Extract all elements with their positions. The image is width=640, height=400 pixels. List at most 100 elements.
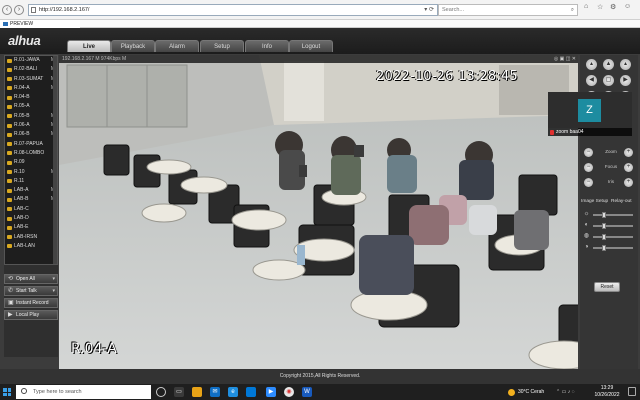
channel-item[interactable]: R.05-A [5,102,57,111]
channel-item[interactable]: R.05-BM [5,112,57,121]
ie-icon[interactable]: e [228,387,238,397]
weather-widget[interactable]: 30°C Cerah [508,384,544,400]
task-view-icon[interactable]: ▭ [174,387,184,397]
channel-item[interactable]: LAB-LAN [5,242,57,251]
channel-item[interactable]: LAB-E [5,223,57,232]
home-icon[interactable]: ⌂ [584,3,588,10]
channel-item[interactable]: LAB-D [5,214,57,223]
zoom-in-icon[interactable]: + [624,148,633,157]
camera-icon [7,58,12,63]
channel-list: R.01-JAWAMR.02-BALIMR.03-SUMATMR.04-AMR.… [4,55,58,265]
brightness-slider[interactable]: ☼ [583,211,636,219]
hue-slider[interactable]: ◑ [583,244,636,252]
camera-icon [7,77,12,82]
browser-tab-preview[interactable]: PREVIEW [0,20,80,28]
iris-minus-icon[interactable]: − [584,178,593,187]
channel-item[interactable]: LAB-AM [5,186,57,195]
channel-item[interactable]: R.08-LOMBO [5,149,57,158]
relay-out-tab[interactable]: Relay-out [611,197,632,207]
ptz-up-icon[interactable]: ▲ [603,59,614,70]
channel-item[interactable]: R.02-BALIM [5,65,57,74]
instant-record-button[interactable]: ▣ Instant Record [4,298,58,308]
channel-item[interactable]: R.01-JAWAM [5,56,57,65]
notifications-icon[interactable] [628,387,636,396]
browser-search-input[interactable]: Search... ⌕ [438,4,578,16]
channel-item[interactable]: R.04-AM [5,84,57,93]
video-controls-icons[interactable]: ◎ ▣ ◫ ✕ [554,55,576,63]
tab-live[interactable]: Live [67,40,111,52]
channel-name: R.05-A [14,103,30,110]
channel-item[interactable]: R.06-BM [5,130,57,139]
tab-logout[interactable]: Logout [289,40,333,52]
tab-setup[interactable]: Setup [200,40,244,52]
mail-icon[interactable]: ✉ [210,387,220,397]
live-video-view[interactable]: 192.168.2.167 M 974Kbps M ◎ ▣ ◫ ✕ 2022-1… [59,55,578,371]
tab-alarm[interactable]: Alarm [155,40,199,52]
channel-item[interactable]: R.11 [5,177,57,186]
feedback-icon[interactable]: ☺ [624,3,631,10]
ptz-up-left-icon[interactable]: ▴ [586,59,597,70]
zoom-app-icon[interactable]: ▶ [266,387,276,397]
slider-knob[interactable] [602,223,606,229]
slider-track[interactable] [593,245,633,251]
ptz-center-icon[interactable]: ▢ [603,75,614,86]
slider-track[interactable] [593,234,633,240]
channel-name: R.06-A [14,122,30,129]
word-icon[interactable]: W [302,387,312,397]
image-setup-tab[interactable]: Image Setup [581,197,608,207]
start-talk-button[interactable]: ✆ Start Talk ▾ [4,286,58,296]
channel-item[interactable]: R.07-PAPUA [5,140,57,149]
iris-plus-icon[interactable]: + [624,178,633,187]
local-play-button[interactable]: ▶ Local Play [4,310,58,320]
taskbar-clock[interactable]: 13:29 10/26/2022 [590,385,624,399]
zoom-label: Zoom [605,149,617,154]
forward-icon[interactable]: › [14,5,24,15]
open-all-button[interactable]: ⟲ Open All ▾ [4,274,58,284]
channel-list-scrollbar[interactable] [53,56,57,264]
taskbar-search-input[interactable]: Type here to search [16,385,151,399]
ptz-up-right-icon[interactable]: ▴ [620,59,631,70]
cortana-icon[interactable] [156,387,166,397]
system-tray-icons[interactable]: ⌃ ▭ ♪ ◌ [556,384,575,400]
back-icon[interactable]: ‹ [2,5,12,15]
channel-item[interactable]: LAB-C [5,205,57,214]
channel-item[interactable]: R.03-SUMATM [5,75,57,84]
ptz-left-icon[interactable]: ◀ [586,75,597,86]
windows-start-icon[interactable] [3,388,11,396]
contrast-slider[interactable]: ◐ [583,222,636,230]
reset-button[interactable]: Reset [594,282,620,292]
channel-item[interactable]: LAB-BM [5,195,57,204]
slider-track[interactable] [593,223,633,229]
tab-playback[interactable]: Playback [111,40,155,52]
slider-knob[interactable] [602,212,606,218]
address-bar[interactable]: http://192.168.2.167/ ▾ ⟳ [28,4,438,16]
channel-item[interactable]: R.06-AM [5,121,57,130]
channel-name: R.04-A [14,84,30,91]
slider-track[interactable] [593,212,633,218]
channel-item[interactable]: R.10M [5,168,57,177]
channel-name: LAB-B [14,196,29,203]
camera-icon [7,95,12,100]
slider-knob[interactable] [602,245,606,251]
search-icon[interactable]: ⌕ [571,5,574,15]
focus-minus-icon[interactable]: − [584,163,593,172]
tab-favicon-icon [3,22,8,26]
zoom-participant-tile[interactable]: Z [548,92,632,128]
tab-info[interactable]: Info [245,40,289,52]
chevron-down-icon[interactable]: ▾ [52,287,55,295]
store-icon[interactable] [246,387,256,397]
favorites-star-icon[interactable]: ☆ [597,3,603,11]
chrome-icon[interactable]: ◉ [284,387,294,397]
saturation-slider[interactable]: ◍ [583,233,636,241]
channel-item[interactable]: R.09 [5,158,57,167]
file-explorer-icon[interactable] [192,387,202,397]
zoom-out-icon[interactable]: − [584,148,593,157]
ptz-right-icon[interactable]: ▶ [620,75,631,86]
refresh-icon[interactable]: ▾ ⟳ [424,5,434,15]
channel-item[interactable]: R.04-B [5,93,57,102]
channel-item[interactable]: LAB-IRSN [5,233,57,242]
slider-knob[interactable] [602,234,606,240]
focus-plus-icon[interactable]: + [624,163,633,172]
settings-gear-icon[interactable]: ⚙ [610,3,616,11]
chevron-down-icon[interactable]: ▾ [52,275,55,283]
